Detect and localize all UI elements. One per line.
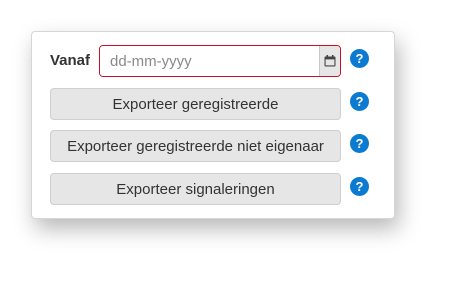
export-signals-button[interactable]: Exporteer signaleringen <box>50 173 341 205</box>
date-input[interactable] <box>100 46 319 76</box>
calendar-icon <box>324 55 336 67</box>
from-label: Vanaf <box>50 52 91 69</box>
export-registered-button[interactable]: Exporteer geregistreerde <box>50 88 341 120</box>
export-panel: Vanaf ? Exporteer geregistreerde ? Expor… <box>31 31 395 219</box>
date-input-group <box>99 45 341 77</box>
export-registered-not-owner-button[interactable]: Exporteer geregistreerde niet eigenaar <box>50 130 341 162</box>
help-icon-registered[interactable]: ? <box>350 92 369 111</box>
help-icon-date[interactable]: ? <box>350 49 369 68</box>
help-icon-not-owner[interactable]: ? <box>350 134 369 153</box>
help-icon-signals[interactable]: ? <box>350 177 369 196</box>
calendar-button[interactable] <box>319 46 340 76</box>
